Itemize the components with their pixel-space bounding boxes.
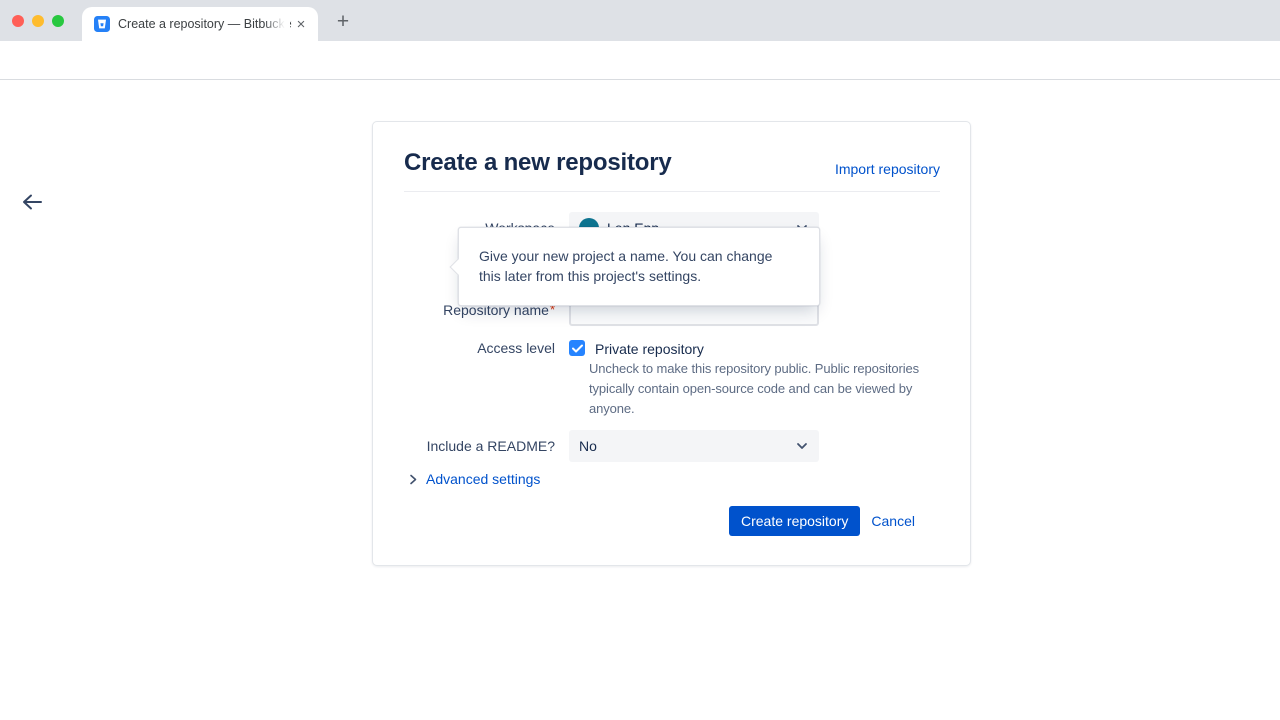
- window-zoom-button[interactable]: [52, 15, 64, 27]
- private-repository-checkbox[interactable]: [569, 340, 585, 356]
- description-line: Uncheck to make this repository public. …: [589, 359, 919, 379]
- description-line: anyone.: [589, 399, 919, 419]
- project-name-tooltip: Give your new project a name. You can ch…: [458, 227, 820, 306]
- readme-select[interactable]: No: [569, 430, 819, 462]
- description-line: typically contain open-source code and c…: [589, 379, 919, 399]
- readme-value: No: [579, 438, 795, 454]
- page-back-arrow[interactable]: [20, 190, 44, 214]
- page-title: Create a new repository: [404, 149, 672, 177]
- tab-title-fade: [264, 14, 290, 34]
- private-repository-label: Private repository: [595, 339, 704, 359]
- window-close-button[interactable]: [12, 15, 24, 27]
- tab-close-icon[interactable]: ×: [292, 15, 310, 33]
- tooltip-line: Give your new project a name. You can ch…: [479, 246, 799, 266]
- advanced-settings-row[interactable]: Advanced settings: [409, 471, 540, 487]
- checkmark-icon: [572, 344, 583, 353]
- readme-label: Include a README?: [405, 438, 555, 454]
- import-repository-link[interactable]: Import repository: [835, 161, 940, 177]
- access-level-row: Access level Private repository: [405, 338, 704, 359]
- tab-strip: Create a repository — Bitbucket × +: [0, 0, 1280, 41]
- chevron-down-icon: [795, 439, 809, 453]
- bitbucket-favicon-icon: [94, 16, 110, 32]
- access-level-label: Access level: [405, 338, 555, 358]
- tooltip-line: this later from this project's settings.: [479, 266, 799, 286]
- browser-toolbar: bitbucket.org/repo/create S. ①: [0, 41, 1280, 80]
- form-actions: Create repository Cancel: [729, 506, 915, 536]
- window-minimize-button[interactable]: [32, 15, 44, 27]
- access-level-description: Uncheck to make this repository public. …: [589, 359, 919, 419]
- cancel-button[interactable]: Cancel: [871, 513, 915, 529]
- browser-tab[interactable]: Create a repository — Bitbucket ×: [82, 7, 318, 41]
- readme-row: Include a README? No: [405, 430, 819, 462]
- window-controls: [12, 15, 64, 27]
- page-content: Create a new repository Import repositor…: [0, 80, 1280, 720]
- new-tab-button[interactable]: +: [331, 10, 355, 34]
- chevron-right-icon: [409, 474, 418, 485]
- advanced-settings-link[interactable]: Advanced settings: [426, 471, 540, 487]
- header-divider: [404, 191, 940, 192]
- create-repository-button[interactable]: Create repository: [729, 506, 860, 536]
- create-repository-card: Create a new repository Import repositor…: [372, 121, 971, 566]
